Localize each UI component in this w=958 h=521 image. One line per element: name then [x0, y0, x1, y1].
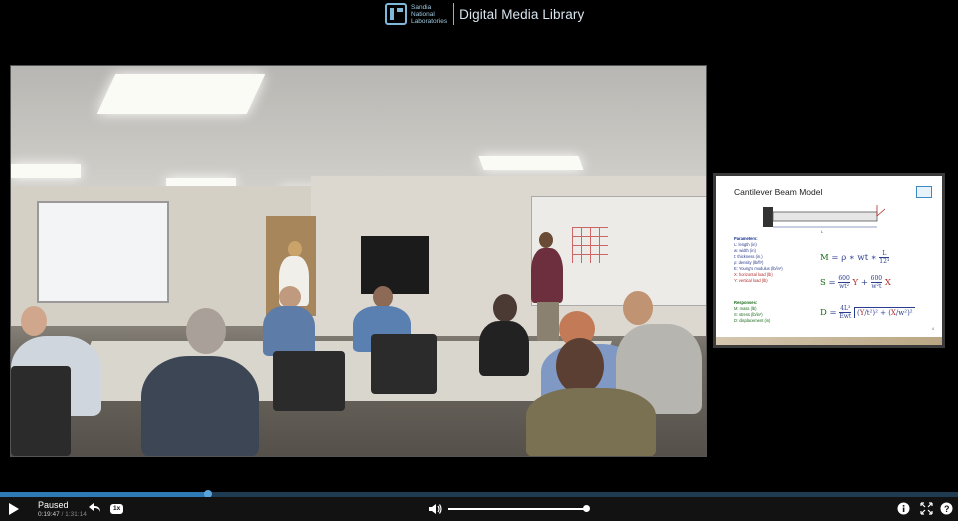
scene-presenter: [531, 248, 563, 303]
logo-divider: [453, 3, 455, 25]
parameters-list: Parameters: L: length (in) w: width (in)…: [734, 236, 783, 284]
sandia-logo-mark-icon: [385, 3, 407, 25]
help-glyph: ?: [940, 502, 953, 515]
scene-projection-screen: [37, 201, 169, 303]
fullscreen-glyph: [920, 502, 933, 515]
fullscreen-icon[interactable]: [920, 502, 933, 515]
time-separator: /: [61, 511, 64, 518]
scene-chair: [11, 366, 71, 456]
site-title: Digital Media Library: [459, 6, 585, 22]
volume-slider[interactable]: [448, 505, 590, 512]
equation-displacement: D = 4L³ Ewt (Y/t²)² + (X/w²)²: [820, 305, 915, 320]
scene-chair: [371, 334, 437, 394]
help-icon[interactable]: ?: [940, 502, 953, 515]
play-icon[interactable]: [9, 503, 19, 515]
scene-attendee-head: [279, 286, 301, 308]
equation-stress: S = 600 wt² Y + 600 w²t X: [820, 275, 891, 290]
site-header: Sandia National Laboratories Digital Med…: [0, 0, 958, 30]
load-x-arrow: [876, 208, 886, 217]
scene-attendee: [479, 321, 529, 376]
slide-panel[interactable]: Cantilever Beam Model L Parameters: L: l…: [713, 173, 945, 348]
scene-attendee-head: [493, 294, 517, 322]
logo-line-3: Laboratories: [411, 17, 448, 25]
info-icon[interactable]: [897, 502, 910, 515]
current-time: 0:19:47: [38, 511, 60, 518]
volume-slider-handle[interactable]: [583, 505, 590, 512]
volume-glyph: [429, 504, 442, 514]
playback-speed-button[interactable]: 1x: [110, 504, 124, 514]
scene-presenter-head: [539, 232, 553, 248]
beam-dimension-label: L: [821, 229, 824, 234]
slide-logo-icon: [916, 186, 932, 198]
sandia-logo[interactable]: Sandia National Laboratories Digital Med…: [385, 3, 584, 25]
scene-attendee-head: [373, 286, 393, 308]
scene-chair: [273, 351, 345, 411]
scene-tv: [361, 236, 429, 294]
logo-line-1: Sandia: [411, 3, 432, 11]
scene-attendee: [141, 356, 259, 456]
beam-wall: [763, 207, 773, 227]
logo-line-2: National: [411, 10, 435, 18]
scene-attendee-head: [21, 306, 47, 336]
slide-footer-bar: [716, 337, 942, 345]
beam-diagram: L: [763, 205, 886, 234]
logo-text: Sandia National Laboratories: [411, 4, 447, 25]
slide-number: 4: [931, 326, 934, 331]
responses-list: Responses: M: mass (lb) S: stress (lb/in…: [734, 300, 770, 324]
player-controls: Paused 0:19:47 / 1:31:14 1x ?: [0, 497, 958, 521]
scene-attendee: [526, 388, 656, 456]
slide-title: Cantilever Beam Model: [734, 187, 823, 197]
time-display: 0:19:47 / 1:31:14: [38, 511, 87, 518]
rewind-glyph: [89, 503, 100, 512]
scene-attendee-head: [186, 308, 226, 354]
equation-mass: M = ρ ∗ wt ∗ L 12³: [820, 250, 890, 265]
scene-attendee-head: [288, 241, 302, 257]
duration: 1:31:14: [65, 511, 87, 518]
scene-attendee: [263, 306, 315, 356]
scene-ceiling-light: [478, 156, 584, 170]
volume-icon[interactable]: [428, 502, 442, 516]
rewind-icon[interactable]: [88, 502, 102, 514]
info-glyph: [897, 502, 910, 515]
playback-status: Paused: [38, 500, 69, 510]
svg-text:?: ?: [944, 504, 950, 514]
scene-ceiling-light: [11, 164, 81, 178]
scene-attendee-head: [556, 338, 604, 394]
scene-whiteboard-grid: [572, 227, 608, 263]
parameter-item: Y: vertical load (lb): [734, 278, 768, 283]
video-player[interactable]: [10, 65, 707, 457]
beam-body: [772, 211, 878, 222]
scene-attendee-head: [623, 291, 653, 325]
scene-ceiling-light: [96, 74, 266, 114]
response-item: D: displacement (in): [734, 318, 771, 323]
